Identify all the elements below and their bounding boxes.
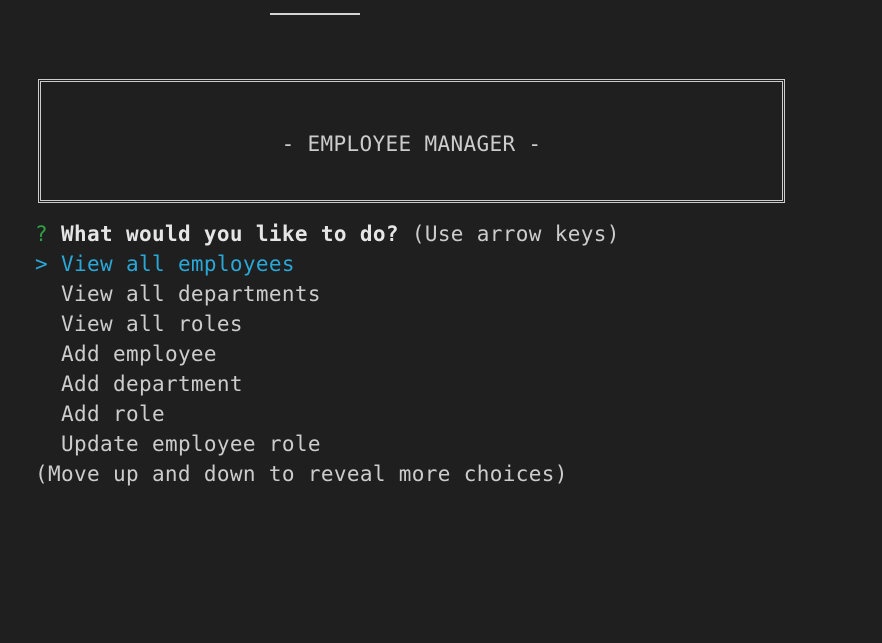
selection-pointer-icon: > [35,252,48,276]
choice-label: Update employee role [61,432,321,456]
menu-choice[interactable]: View all roles [35,309,243,339]
choice-label: Add role [61,402,165,426]
question-mark-icon: ? [35,222,48,246]
choice-label: Add department [61,372,243,396]
menu-choice[interactable]: View all departments [35,279,321,309]
menu-choice[interactable]: Add department [35,369,243,399]
title-banner: - EMPLOYEE MANAGER - [38,79,785,203]
menu-choice[interactable]: Add employee [35,339,217,369]
more-choices-hint: (Move up and down to reveal more choices… [35,462,568,486]
prompt-line: ? What would you like to do? (Use arrow … [35,219,620,249]
prompt-question: What would you like to do? [61,222,399,246]
choice-label: View all departments [61,282,321,306]
choice-label: View all roles [61,312,243,336]
choice-label: View all employees [61,252,295,276]
banner-title: - EMPLOYEE MANAGER - [281,132,542,156]
prompt-instruction: (Use arrow keys) [411,222,620,246]
active-tab-indicator [270,13,360,15]
choice-label: Add employee [61,342,217,366]
terminal-window: - EMPLOYEE MANAGER - ? What would you li… [0,0,882,643]
menu-choice[interactable]: Update employee role [35,429,321,459]
menu-choice-selected[interactable]: > View all employees [35,249,295,279]
menu-choice[interactable]: Add role [35,399,165,429]
